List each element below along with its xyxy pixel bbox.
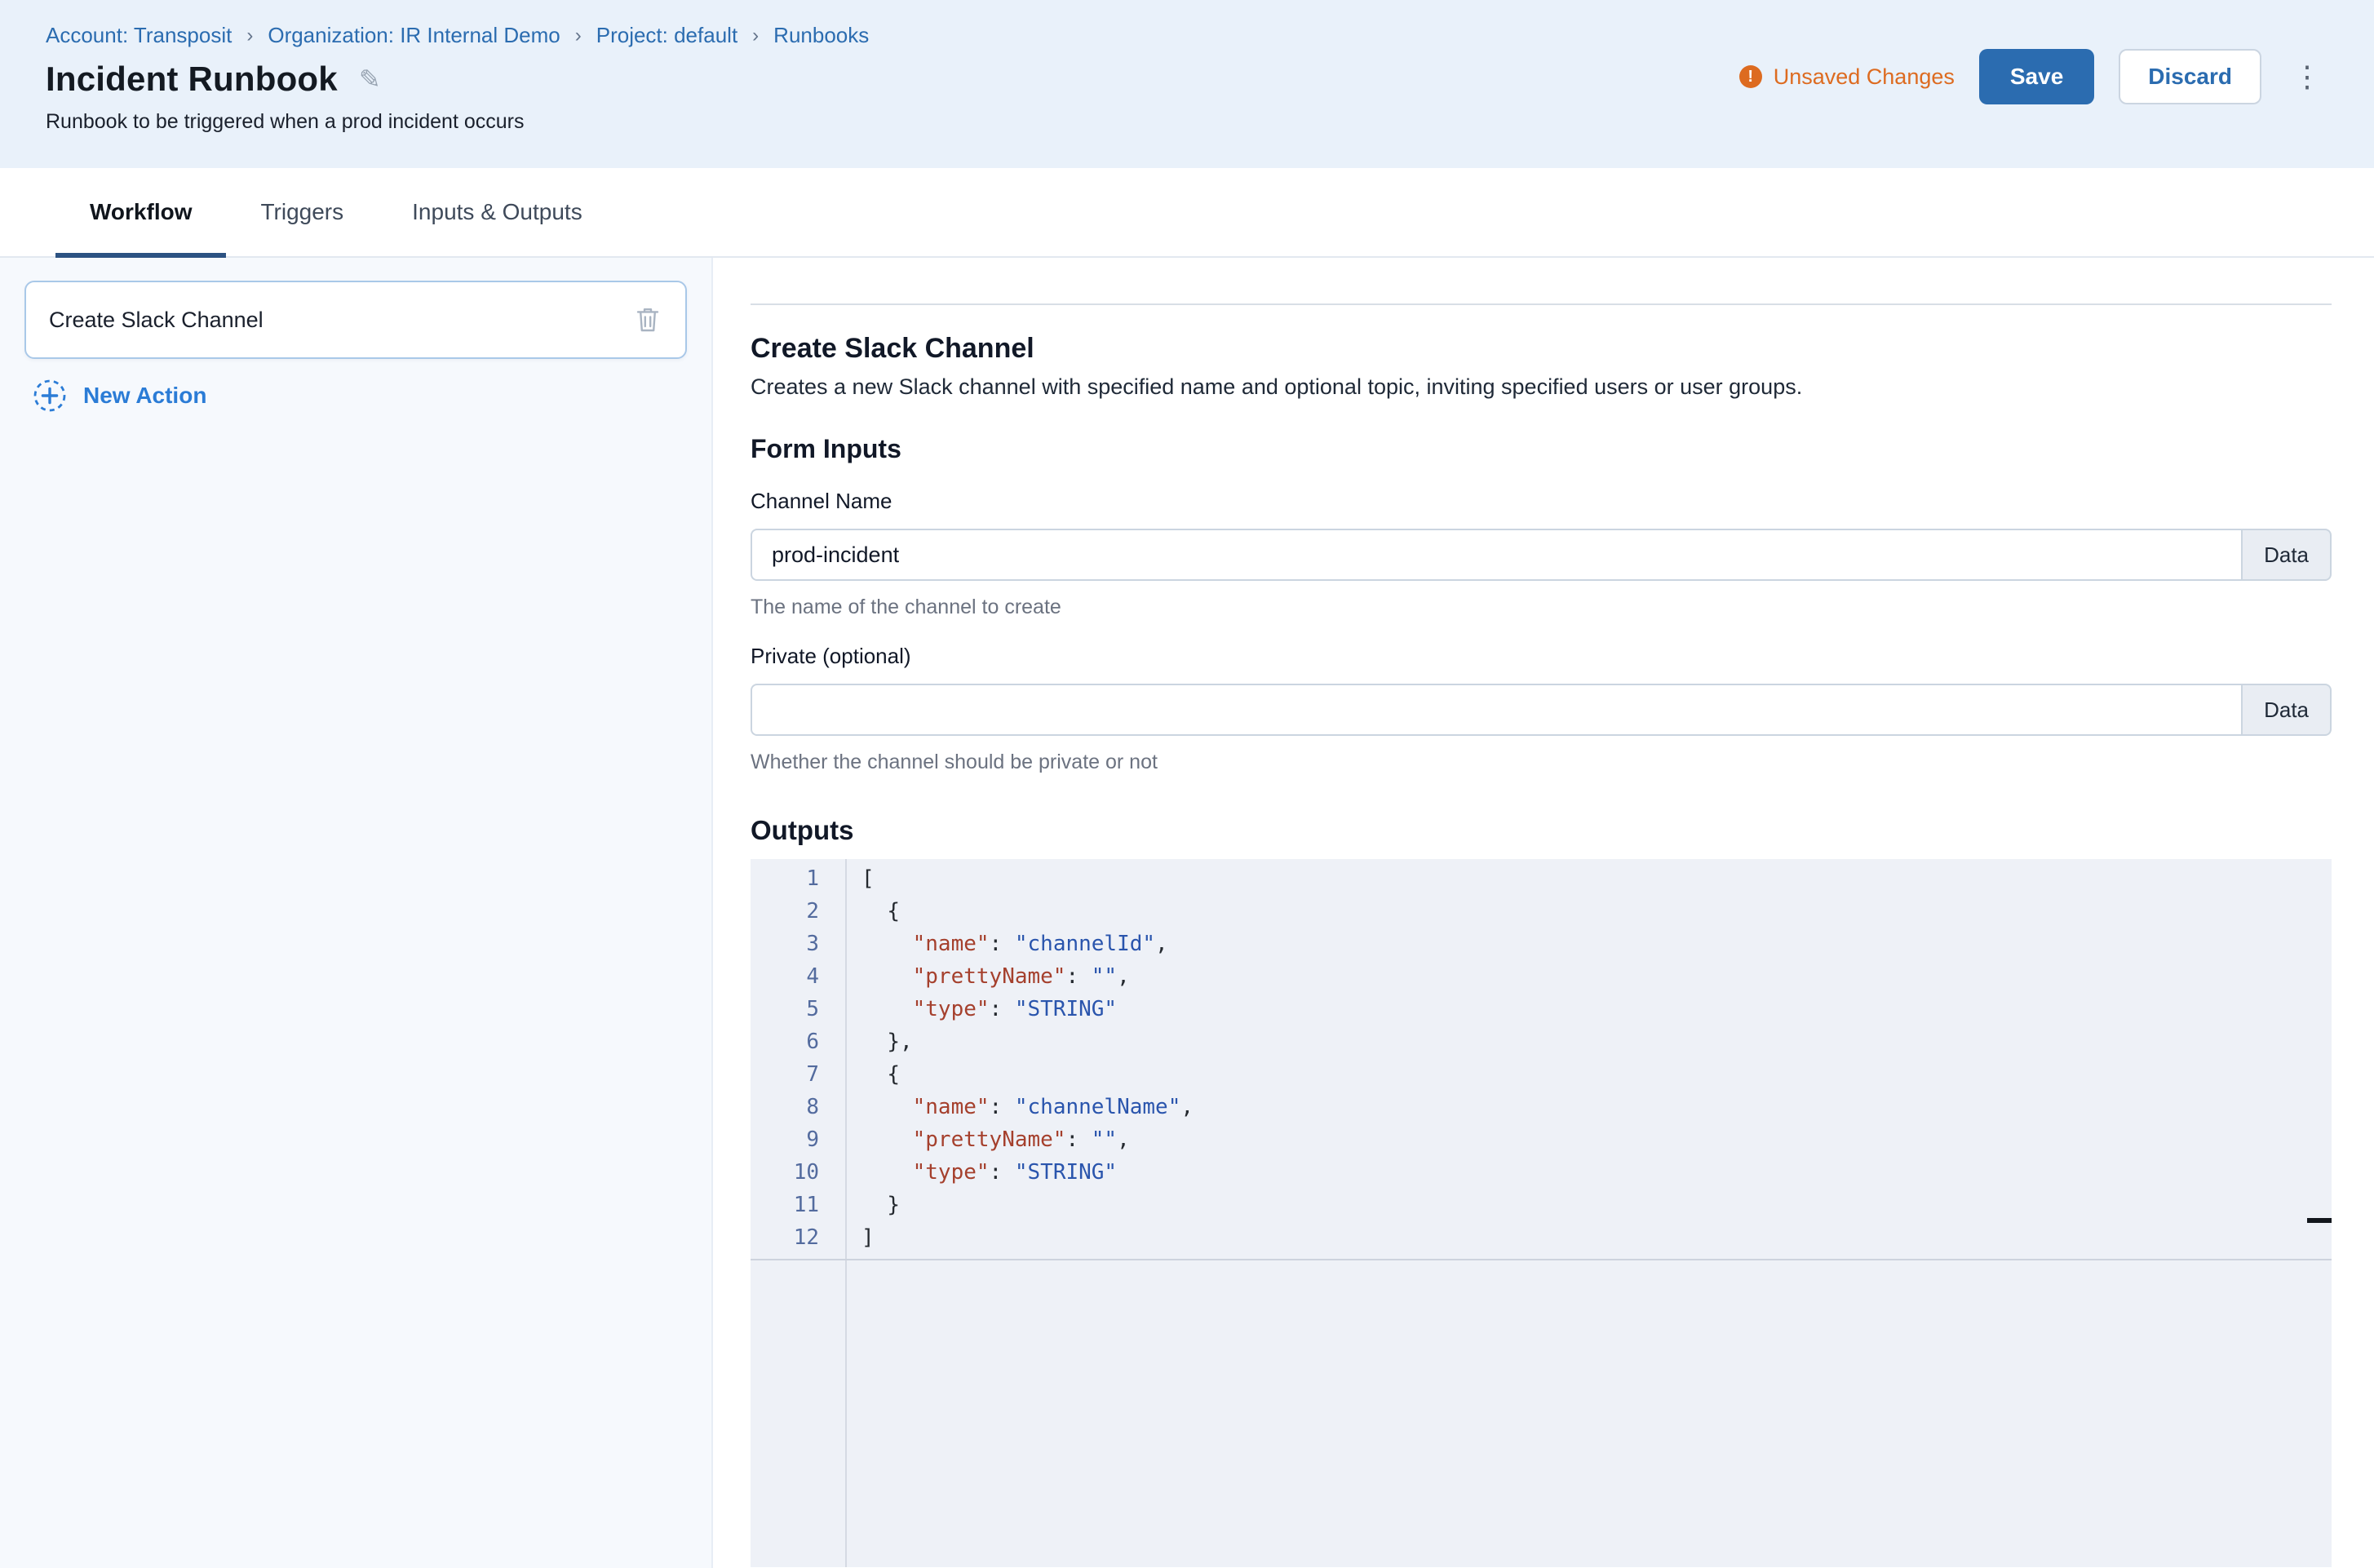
plus-circle-icon: [33, 379, 67, 413]
tab-workflow[interactable]: Workflow: [55, 168, 226, 256]
header-actions: ! Unsaved Changes Save Discard ⋮: [1739, 49, 2328, 104]
action-card[interactable]: Create Slack Channel: [24, 281, 687, 359]
line-number: 9: [751, 1123, 845, 1156]
breadcrumb-separator: ›: [752, 24, 759, 47]
edit-title-icon[interactable]: ✎: [359, 64, 381, 95]
code-text: {: [845, 895, 900, 928]
code-line[interactable]: 6 },: [751, 1025, 2332, 1058]
line-number: 7: [751, 1058, 845, 1091]
code-text: [: [845, 862, 875, 895]
code-text: "name": "channelId",: [845, 928, 1168, 960]
line-number: 3: [751, 928, 845, 960]
code-text: "prettyName": "",: [845, 1123, 1130, 1156]
code-text: },: [845, 1025, 913, 1058]
channel-name-data-button[interactable]: Data: [2241, 529, 2332, 581]
code-line[interactable]: 7 {: [751, 1058, 2332, 1091]
unsaved-changes-label: Unsaved Changes: [1774, 64, 1955, 90]
workflow-sidebar: Create Slack Channel New Action: [0, 258, 713, 1568]
field-label: Private (optional): [751, 644, 2332, 669]
private-input[interactable]: [751, 684, 2241, 736]
code-line[interactable]: 3 "name": "channelId",: [751, 928, 2332, 960]
code-text: "name": "channelName",: [845, 1091, 1194, 1123]
code-line[interactable]: 2 {: [751, 895, 2332, 928]
input-group: Data: [751, 529, 2332, 581]
page-title: Incident Runbook: [46, 60, 338, 99]
line-number: 5: [751, 993, 845, 1025]
form-inputs-heading: Form Inputs: [751, 434, 2332, 464]
line-number: 10: [751, 1156, 845, 1189]
code-text: "type": "STRING": [845, 993, 1117, 1025]
code-text: ]: [845, 1221, 875, 1254]
action-title: Create Slack Channel: [751, 333, 2332, 365]
outputs-code-editor[interactable]: 1[2 {3 "name": "channelId",4 "prettyName…: [751, 859, 2332, 1567]
title-row: Incident Runbook ✎: [46, 60, 869, 99]
breadcrumb-organization[interactable]: Organization: IR Internal Demo: [268, 23, 560, 48]
delete-action-button[interactable]: [631, 302, 664, 338]
new-action-label: New Action: [83, 383, 206, 409]
form-field: Private (optional) Data Whether the channe…: [751, 644, 2332, 774]
code-text: }: [845, 1189, 900, 1221]
tab-bar: WorkflowTriggersInputs & Outputs: [0, 168, 2374, 258]
line-number: 11: [751, 1189, 845, 1221]
line-number: 8: [751, 1091, 845, 1123]
code-line[interactable]: 1[: [751, 862, 2332, 895]
channel-name-input[interactable]: [751, 529, 2241, 581]
breadcrumb: Account: Transposit › Organization: IR Int…: [46, 23, 869, 48]
private-data-button[interactable]: Data: [2241, 684, 2332, 736]
app-window: Account: Transposit › Organization: IR Int…: [0, 0, 2374, 1568]
tab-triggers[interactable]: Triggers: [226, 168, 378, 256]
action-description: Creates a new Slack channel with specifi…: [751, 374, 2332, 400]
header-left: Account: Transposit › Organization: IR Int…: [46, 23, 869, 168]
form-fields: Channel Name Data The name of the channel …: [751, 489, 2332, 774]
breadcrumb-account[interactable]: Account: Transposit: [46, 23, 232, 48]
new-action-button[interactable]: New Action: [33, 379, 687, 413]
tab-inputs-outputs[interactable]: Inputs & Outputs: [378, 168, 617, 256]
code-text: "type": "STRING": [845, 1156, 1117, 1189]
code-line[interactable]: 4 "prettyName": "",: [751, 960, 2332, 993]
code-line[interactable]: 5 "type": "STRING": [751, 993, 2332, 1025]
unsaved-changes-badge: ! Unsaved Changes: [1739, 64, 1955, 90]
discard-button[interactable]: Discard: [2119, 49, 2261, 104]
top-divider: [751, 303, 2332, 305]
main-area: Create Slack Channel New Action Create S…: [0, 258, 2374, 1568]
code-line[interactable]: 11 }: [751, 1189, 2332, 1221]
line-number: 12: [751, 1221, 845, 1254]
input-group: Data: [751, 684, 2332, 736]
line-number: 2: [751, 895, 845, 928]
code-line[interactable]: 10 "type": "STRING": [751, 1156, 2332, 1189]
code-end-divider: [751, 1259, 2332, 1260]
field-label: Channel Name: [751, 489, 2332, 514]
trash-icon: [636, 307, 659, 333]
breadcrumb-project[interactable]: Project: default: [596, 23, 737, 48]
kebab-menu-icon[interactable]: ⋮: [2286, 60, 2328, 94]
line-number: 4: [751, 960, 845, 993]
code-lines: 1[2 {3 "name": "channelId",4 "prettyName…: [751, 859, 2332, 1254]
breadcrumb-runbooks[interactable]: Runbooks: [773, 23, 869, 48]
scrollbar-marker[interactable]: [2307, 1218, 2332, 1223]
code-text: {: [845, 1058, 900, 1091]
code-line[interactable]: 12]: [751, 1221, 2332, 1254]
form-field: Channel Name Data The name of the channel …: [751, 489, 2332, 619]
code-text: "prettyName": "",: [845, 960, 1130, 993]
line-number: 6: [751, 1025, 845, 1058]
code-line[interactable]: 8 "name": "channelName",: [751, 1091, 2332, 1123]
code-line[interactable]: 9 "prettyName": "",: [751, 1123, 2332, 1156]
field-help: The name of the channel to create: [751, 596, 2332, 619]
action-card-label: Create Slack Channel: [49, 308, 264, 333]
line-number: 1: [751, 862, 845, 895]
save-button[interactable]: Save: [1979, 49, 2094, 104]
action-detail-panel: Create Slack Channel Creates a new Slack…: [713, 258, 2374, 1568]
warning-icon: !: [1739, 65, 1762, 88]
breadcrumb-separator: ›: [246, 24, 253, 47]
page-header: Account: Transposit › Organization: IR Int…: [0, 0, 2374, 168]
page-subtitle: Runbook to be triggered when a prod inci…: [46, 110, 869, 134]
field-help: Whether the channel should be private or…: [751, 751, 2332, 774]
outputs-heading: Outputs: [751, 815, 2332, 846]
breadcrumb-separator: ›: [575, 24, 582, 47]
